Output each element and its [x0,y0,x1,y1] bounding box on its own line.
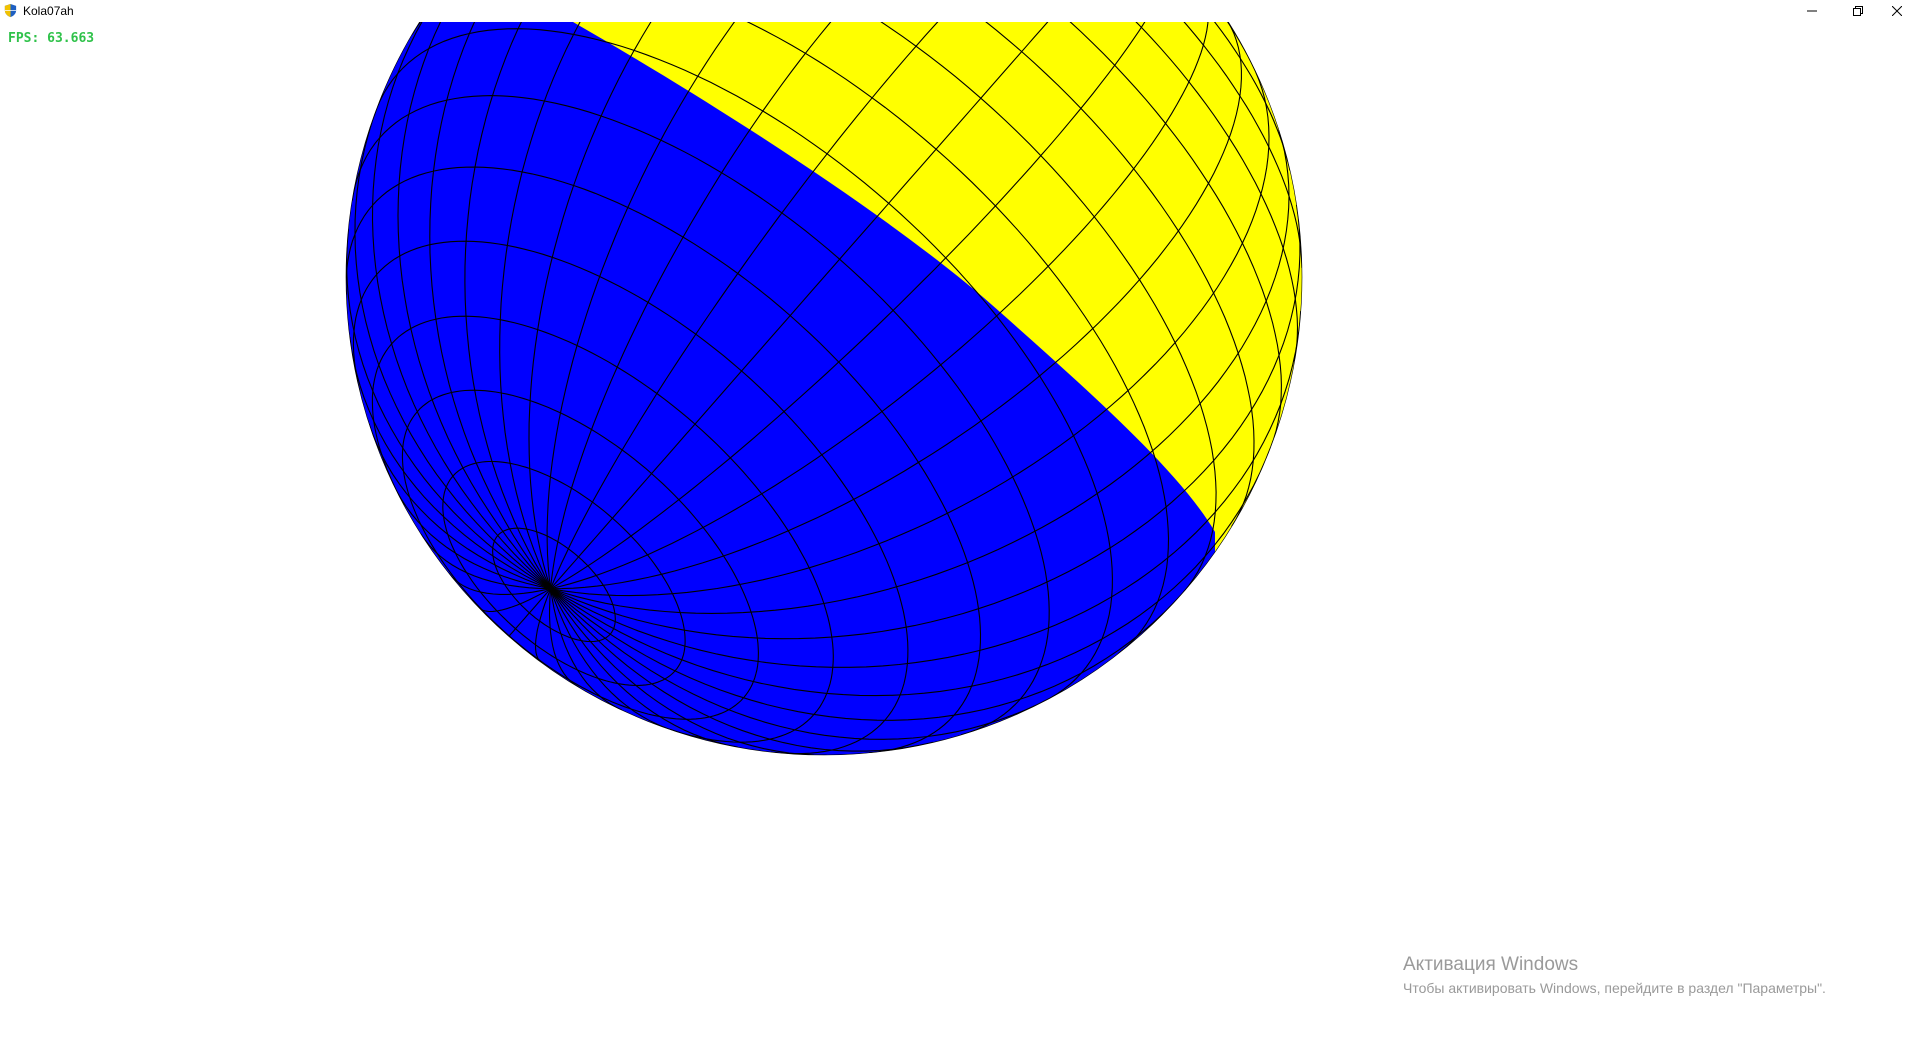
minimize-button[interactable] [1789,0,1835,22]
restore-icon [1853,6,1863,16]
minimize-icon [1807,6,1817,16]
fps-counter: FPS: 63.663 [8,31,95,46]
close-icon [1892,6,1902,16]
activation-watermark: Активация Windows Чтобы активировать Win… [1403,953,1826,998]
title-bar[interactable]: Kola07ah [0,0,1920,22]
window-title: Kola07ah [23,4,74,18]
activation-title: Активация Windows [1403,954,1579,975]
shield-icon [3,3,18,18]
render-viewport[interactable] [0,22,1920,1040]
app-window: Kola07ah FPS: 63.663 Активация Windows Ч… [0,0,1920,1040]
close-button[interactable] [1874,0,1920,22]
sphere-render [345,22,1303,756]
activation-text: Чтобы активировать Windows, перейдите в … [1403,980,1826,996]
